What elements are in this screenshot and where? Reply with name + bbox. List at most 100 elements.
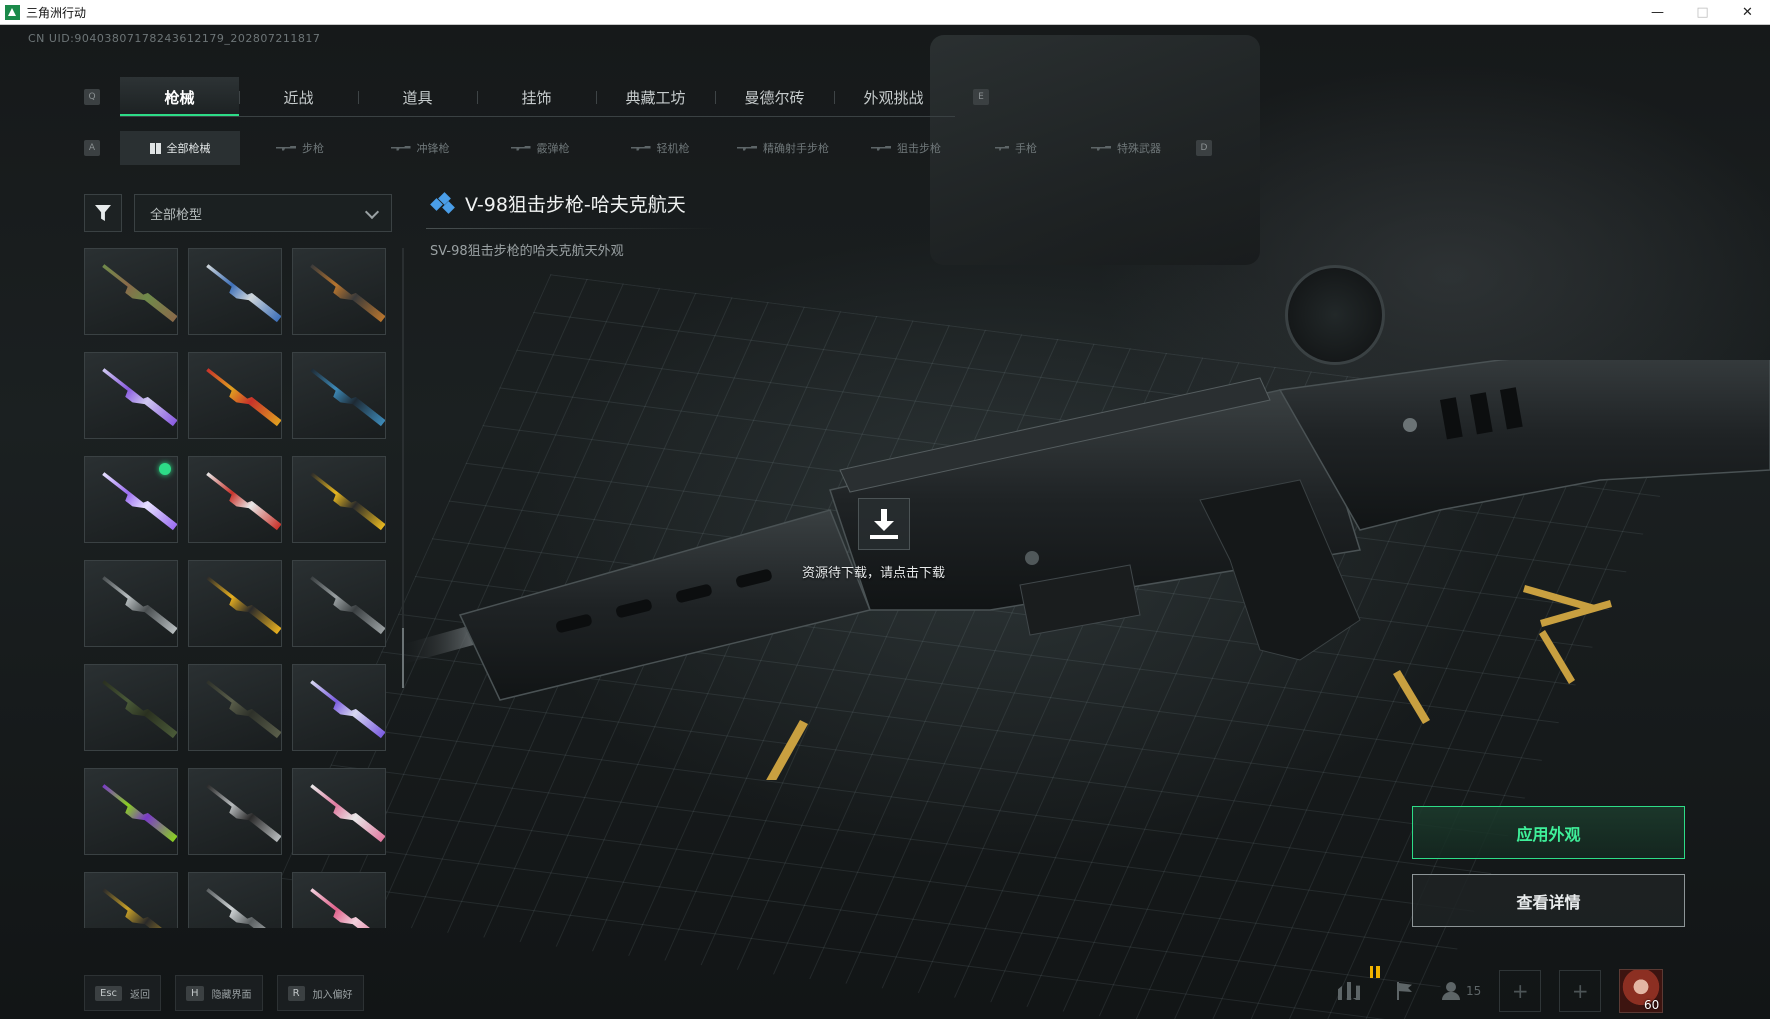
tab-appearance-challenge[interactable]: 外观挑战: [834, 77, 953, 117]
prev-category-key[interactable]: A: [84, 140, 100, 156]
weapon-skin-thumbnail: [306, 365, 386, 431]
skin-tile[interactable]: [292, 456, 386, 543]
skin-tile[interactable]: [292, 248, 386, 335]
dropdown-value: 全部枪型: [150, 207, 203, 223]
bullet: [766, 720, 808, 780]
category-label: 霰弹枪: [536, 142, 570, 155]
tab-melee[interactable]: 近战: [239, 77, 358, 117]
bullet: [1539, 630, 1575, 684]
category-rifle[interactable]: 步枪: [240, 131, 360, 165]
weapon-skin-thumbnail: [202, 677, 282, 743]
tab-charms[interactable]: 挂饰: [477, 77, 596, 117]
skin-tile[interactable]: [188, 768, 282, 855]
skin-description: SV-98狙击步枪的哈夫克航天外观: [430, 244, 624, 259]
category-label: 特殊武器: [1117, 142, 1161, 155]
rifle-preview: [400, 360, 1770, 780]
add-teammate-slot[interactable]: +: [1559, 970, 1602, 1012]
category-smg[interactable]: 冲锋枪: [360, 131, 480, 165]
download-prompt[interactable]: 资源待下载，请点击下载: [802, 562, 945, 581]
avatar-level: 60: [1644, 998, 1660, 1012]
tab-guns[interactable]: 枪械: [120, 77, 239, 117]
friends-button[interactable]: 15: [1442, 982, 1481, 1000]
skin-tile[interactable]: [292, 768, 386, 855]
main-tabs: Q 枪械 近战 道具 挂饰 典藏工坊 曼德尔砖 外观挑战 E: [84, 77, 989, 117]
stock: [1278, 360, 1770, 531]
skin-tile[interactable]: [84, 664, 178, 751]
category-label: 轻机枪: [656, 142, 690, 155]
minimize-icon[interactable]: —: [1635, 0, 1680, 25]
rifle-icon: [276, 145, 296, 151]
prev-tab-key[interactable]: Q: [84, 89, 100, 105]
grid-icon: [149, 142, 161, 154]
skin-tile[interactable]: [188, 248, 282, 335]
app-logo-icon: [5, 4, 20, 20]
weapon-skin-thumbnail: [202, 781, 282, 847]
add-teammate-slot[interactable]: +: [1499, 970, 1542, 1012]
friends-count: 15: [1466, 984, 1482, 998]
weapon-skin-thumbnail: [98, 885, 178, 928]
tab-items[interactable]: 道具: [358, 77, 477, 117]
weapon-skin-thumbnail: [306, 469, 386, 535]
category-pistol[interactable]: 手枪: [966, 131, 1066, 165]
apply-appearance-button[interactable]: 应用外观: [1412, 806, 1685, 859]
lmg-icon: [630, 145, 651, 151]
skin-tile[interactable]: [292, 664, 386, 751]
window-controls: — □ ✕: [1635, 0, 1770, 25]
filter-button[interactable]: [84, 194, 122, 232]
skin-tile[interactable]: [84, 768, 178, 855]
skin-tile[interactable]: [292, 560, 386, 647]
bottom-hints: Esc 返回 H 隐藏界面 R 加入偏好: [84, 975, 364, 1011]
close-icon[interactable]: ✕: [1725, 0, 1770, 25]
download-button[interactable]: [858, 498, 910, 550]
bullet: [1393, 670, 1430, 724]
sniper-icon: [871, 145, 891, 151]
category-all-guns[interactable]: 全部枪械: [120, 131, 240, 165]
gun-type-dropdown[interactable]: 全部枪型: [134, 194, 392, 232]
skin-tile[interactable]: [84, 560, 178, 647]
weapon-skin-thumbnail: [306, 677, 386, 743]
stats-button[interactable]: [1330, 972, 1368, 1010]
smg-icon: [390, 145, 411, 151]
skin-tile[interactable]: [84, 352, 178, 439]
skin-tile[interactable]: [188, 456, 282, 543]
skin-grid-scrollbar[interactable]: [402, 248, 404, 688]
maximize-icon[interactable]: □: [1680, 0, 1725, 25]
weapon-skin-thumbnail: [202, 573, 282, 639]
avatar[interactable]: 60: [1619, 969, 1664, 1013]
skin-tile[interactable]: [188, 664, 282, 751]
category-label: 精确射手步枪: [763, 142, 829, 155]
weapon-skin-thumbnail: [306, 261, 386, 327]
hint-label: 加入偏好: [312, 989, 353, 1001]
back-hint[interactable]: Esc 返回: [84, 975, 162, 1011]
skin-tile[interactable]: [188, 560, 282, 647]
add-favorite-hint[interactable]: R 加入偏好: [276, 975, 364, 1011]
category-sniper[interactable]: 狙击步枪: [846, 131, 966, 165]
next-category-key[interactable]: D: [1196, 140, 1212, 156]
skin-grid: [84, 248, 390, 928]
category-lmg[interactable]: 轻机枪: [600, 131, 720, 165]
weapon-skin-thumbnail: [202, 469, 282, 535]
skin-tile[interactable]: [292, 872, 386, 928]
handguard: [458, 509, 872, 701]
skin-tile[interactable]: [188, 352, 282, 439]
weapon-skin-thumbnail: [202, 261, 282, 327]
hide-ui-hint[interactable]: H 隐藏界面: [175, 975, 263, 1011]
next-tab-key[interactable]: E: [973, 89, 989, 105]
view-details-button[interactable]: 查看详情: [1412, 874, 1685, 927]
tab-mandel-brick[interactable]: 曼德尔砖: [715, 77, 834, 117]
flag-button[interactable]: [1386, 972, 1424, 1010]
title-underline: [426, 228, 716, 229]
skin-tile[interactable]: [292, 352, 386, 439]
category-label: 手枪: [1015, 142, 1037, 155]
skin-tile[interactable]: [188, 872, 282, 928]
category-dmr[interactable]: 精确射手步枪: [720, 131, 846, 165]
skin-tile[interactable]: [84, 248, 178, 335]
category-special[interactable]: 特殊武器: [1066, 131, 1186, 165]
category-shotgun[interactable]: 霰弹枪: [480, 131, 600, 165]
tab-collection-workshop[interactable]: 典藏工坊: [596, 77, 715, 117]
skin-tile[interactable]: [84, 456, 178, 543]
weapon-skin-thumbnail: [98, 365, 178, 431]
skin-name: V-98狙击步枪-哈夫克航天: [465, 194, 686, 216]
skin-tile[interactable]: [84, 872, 178, 928]
weapon-category-tabs: A 全部枪械 步枪 冲锋枪 霰弹枪 轻机枪 精确射手步枪 狙击步枪 手枪 特殊武…: [84, 131, 1212, 165]
